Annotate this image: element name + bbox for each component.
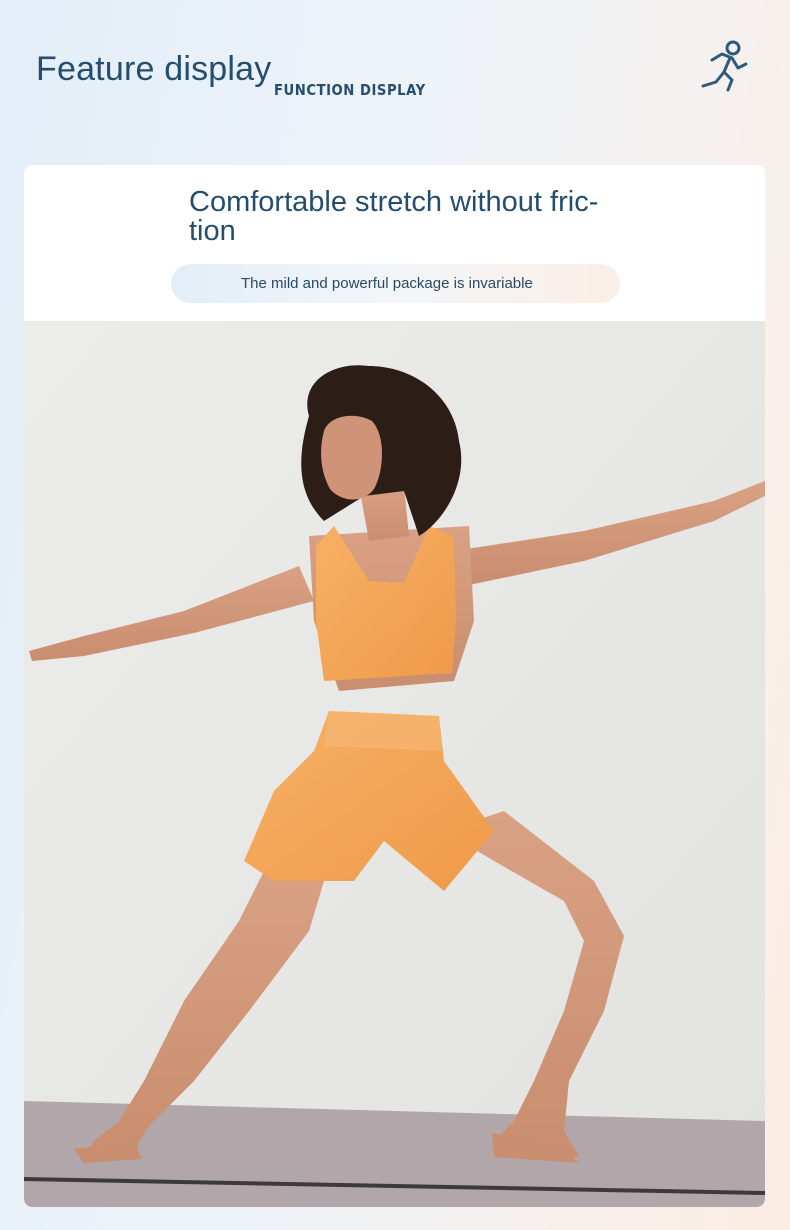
feature-card: Comfortable stretch without fric- tion T… [24,165,765,1207]
page-title: Feature display [36,50,272,88]
page-subtitle: FUNCTION DISPLAY [274,81,426,99]
running-person-icon [701,40,748,92]
yoga-model-photo [24,321,765,1207]
page-header: Feature display FUNCTION DISPLAY [0,0,790,160]
feature-title-line-1: Comfortable stretch without fric- [189,186,599,218]
feature-tagline-pill: The mild and powerful package is invaria… [171,264,620,303]
feature-title-line-2: tion [189,215,236,247]
feature-title: Comfortable stretch without fric- tion [189,188,609,246]
face [321,415,382,500]
feature-tagline: The mild and powerful package is invaria… [241,275,533,292]
